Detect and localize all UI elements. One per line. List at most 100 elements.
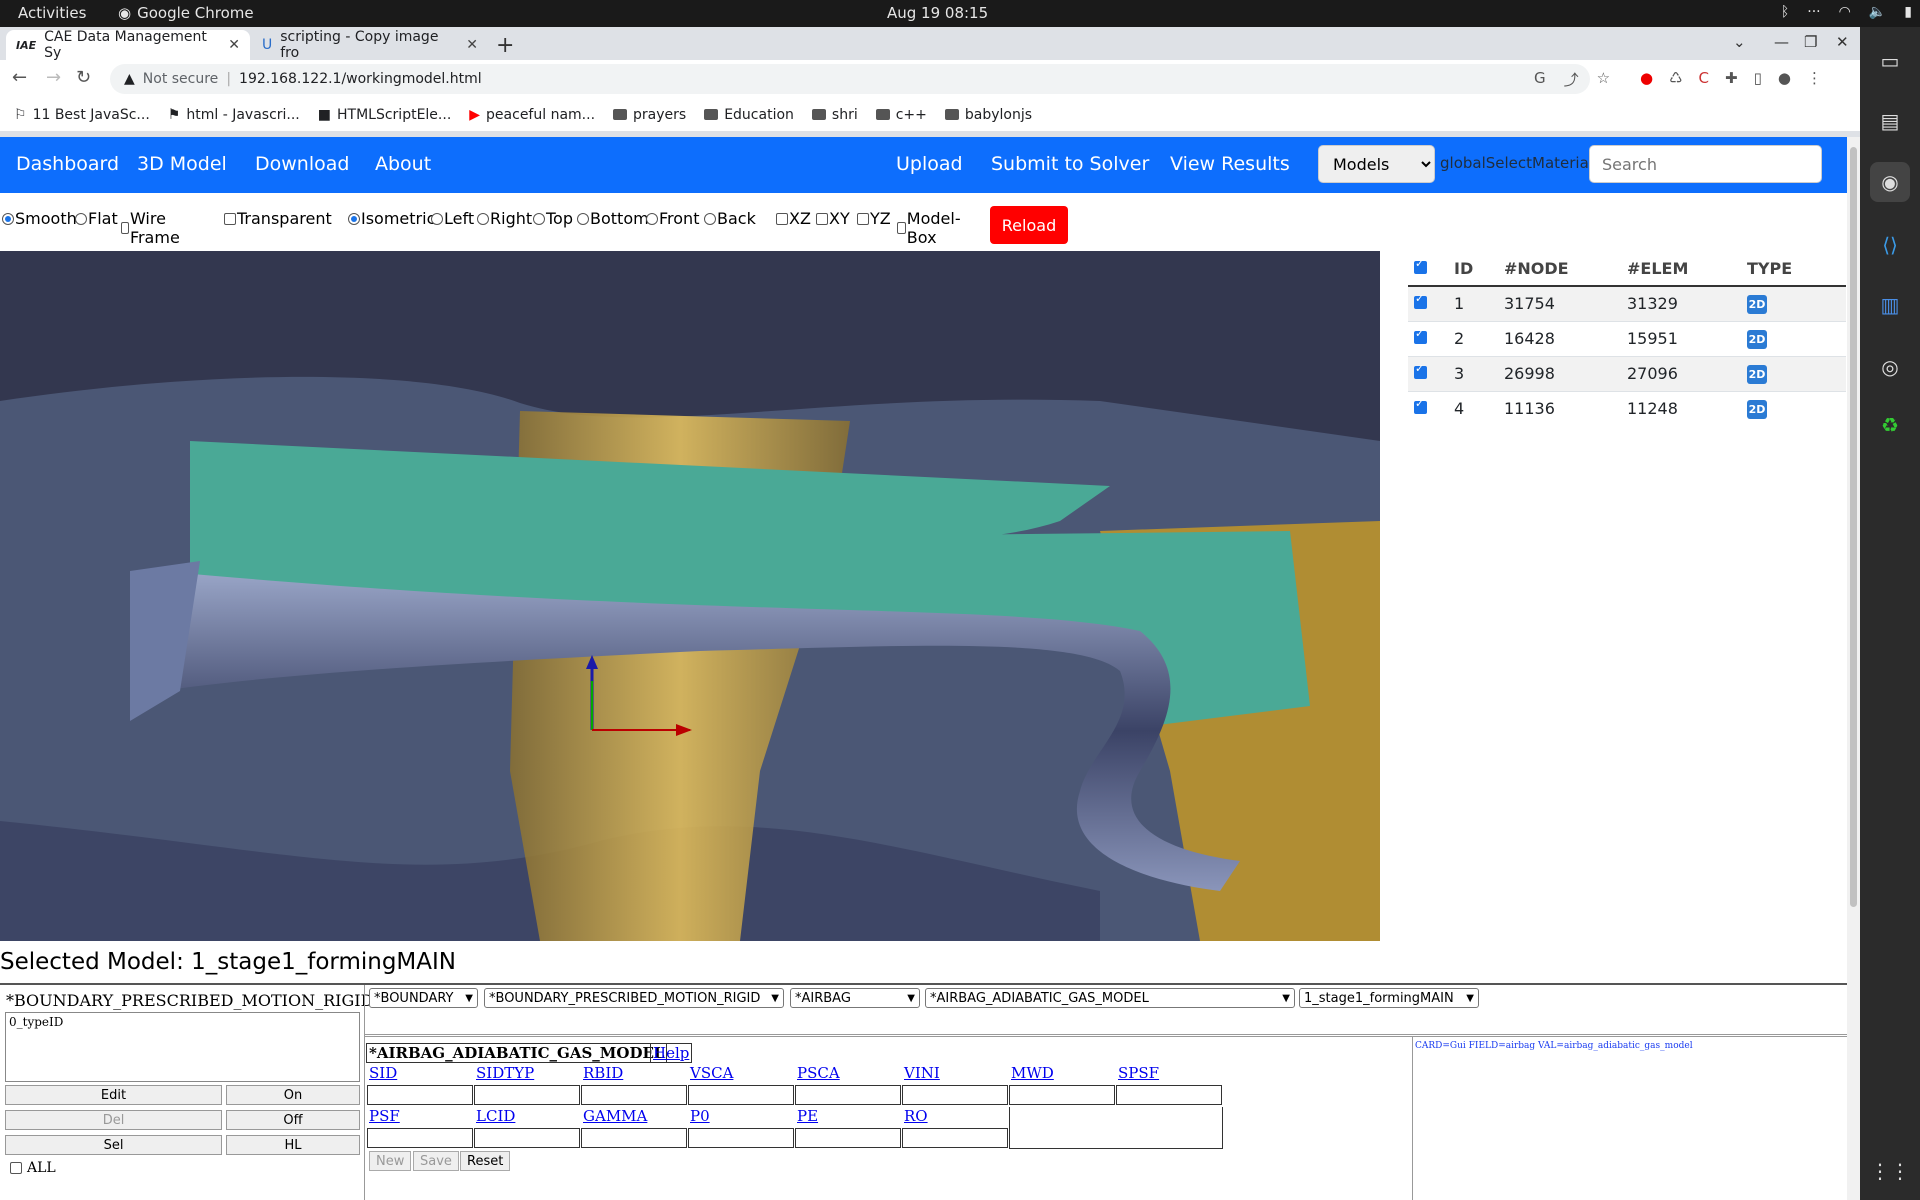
field-label-rbid[interactable]: RBID xyxy=(581,1064,687,1084)
show-apps-icon[interactable]: ⋮⋮ xyxy=(1870,1151,1910,1191)
view-front-radio[interactable]: Front xyxy=(646,209,699,228)
edit-button[interactable]: Edit xyxy=(5,1085,222,1105)
bookmark-item[interactable]: ■ HTMLScriptEle... xyxy=(318,107,452,123)
keyword-select[interactable]: *BOUNDARY_PRESCRIBED_MOTION_RIGID ▼ xyxy=(484,988,784,1008)
off-button[interactable]: Off xyxy=(226,1110,360,1130)
nav-about[interactable]: About xyxy=(375,153,431,175)
bookmark-item[interactable]: ▶ peaceful nam... xyxy=(469,107,595,123)
global-select-material[interactable]: globalSelectMaterial xyxy=(1440,154,1593,172)
hl-button[interactable]: HL xyxy=(226,1135,360,1155)
bookmark-folder[interactable]: babylonjs xyxy=(944,107,1032,123)
new-tab-icon[interactable]: + xyxy=(496,33,514,58)
field-label-pe[interactable]: PE xyxy=(795,1107,901,1127)
minimize-icon[interactable]: — xyxy=(1774,33,1789,51)
field-label-psca[interactable]: PSCA xyxy=(795,1064,901,1084)
card-group-select[interactable]: *AIRBAG ▼ xyxy=(790,988,920,1008)
field-input[interactable] xyxy=(1116,1085,1222,1105)
row-checkbox[interactable] xyxy=(1408,320,1448,356)
field-input[interactable] xyxy=(581,1085,687,1105)
card-select[interactable]: *AIRBAG_ADIABATIC_GAS_MODEL ▼ xyxy=(925,988,1295,1008)
bookmark-folder[interactable]: shri xyxy=(811,107,858,123)
nav-view-results[interactable]: View Results xyxy=(1170,153,1290,175)
view-bottom-radio[interactable]: Bottom xyxy=(577,209,649,228)
row-checkbox[interactable] xyxy=(1408,390,1448,426)
menu-icon[interactable]: ⋮ xyxy=(1807,69,1822,87)
activities-button[interactable]: Activities xyxy=(18,4,86,22)
nav-submit-to-solver[interactable]: Submit to Solver xyxy=(991,153,1149,175)
share-icon[interactable]: ⤴ xyxy=(1564,69,1579,90)
address-bar[interactable]: ▲ Not secure | 192.168.122.1/workingmode… xyxy=(110,64,1590,94)
profile-icon[interactable]: ● xyxy=(1778,69,1791,87)
all-checkbox[interactable]: ALL xyxy=(10,1160,56,1176)
forward-icon[interactable]: → xyxy=(46,67,61,88)
3d-viewport[interactable] xyxy=(0,251,1380,941)
view-top-radio[interactable]: Top xyxy=(533,209,573,228)
page-scrollbar[interactable] xyxy=(1847,137,1860,1200)
field-label-mwd[interactable]: MWD xyxy=(1009,1064,1115,1084)
field-input[interactable] xyxy=(367,1128,473,1148)
table-row[interactable]: 4 11136 11248 2D xyxy=(1408,390,1846,426)
recycle-icon[interactable]: ♺ xyxy=(1669,69,1682,87)
nav-download[interactable]: Download xyxy=(255,153,349,175)
field-input[interactable] xyxy=(367,1085,473,1105)
nav-3d-model[interactable]: 3D Model xyxy=(137,153,227,175)
view-isometric-radio[interactable]: Isometric xyxy=(348,209,435,228)
nav-dashboard[interactable]: Dashboard xyxy=(16,153,119,175)
field-label-lcid[interactable]: LCID xyxy=(474,1107,580,1127)
smooth-radio[interactable]: Smooth xyxy=(2,209,77,228)
wireframe-checkbox[interactable]: Wire Frame xyxy=(121,209,184,247)
close-window-icon[interactable]: ✕ xyxy=(1836,33,1849,51)
save-button[interactable]: Save xyxy=(413,1151,459,1171)
c-extension-icon[interactable]: C xyxy=(1699,69,1709,87)
reset-button[interactable]: Reset xyxy=(460,1151,511,1171)
del-button[interactable]: Del xyxy=(5,1110,222,1130)
bookmark-folder[interactable]: Education xyxy=(704,107,794,123)
field-input[interactable] xyxy=(688,1085,794,1105)
plane-xz-checkbox[interactable]: XZ xyxy=(776,209,811,228)
field-label-psf[interactable]: PSF xyxy=(367,1107,473,1127)
scrollbar-thumb[interactable] xyxy=(1850,147,1857,907)
field-input[interactable] xyxy=(474,1128,580,1148)
field-label-vini[interactable]: VINI xyxy=(902,1064,1008,1084)
tab-search-icon[interactable]: ⌄ xyxy=(1733,33,1746,51)
vscode-icon[interactable]: ⟨⟩ xyxy=(1870,225,1910,265)
field-label-sidtyp[interactable]: SIDTYP xyxy=(474,1064,580,1084)
chrome-dock-icon[interactable]: ◉ xyxy=(1870,162,1910,202)
star-icon[interactable]: ☆ xyxy=(1597,69,1610,90)
sel-button[interactable]: Sel xyxy=(5,1135,222,1155)
on-button[interactable]: On xyxy=(226,1085,360,1105)
model-select[interactable]: 1_stage1_formingMAIN ▼ xyxy=(1299,988,1479,1008)
field-input[interactable] xyxy=(474,1085,580,1105)
view-back-radio[interactable]: Back xyxy=(704,209,756,228)
trash-icon[interactable]: ♻ xyxy=(1870,405,1910,445)
flat-radio[interactable]: Flat xyxy=(75,209,118,228)
field-input[interactable] xyxy=(688,1128,794,1148)
row-checkbox[interactable] xyxy=(1408,355,1448,391)
view-right-radio[interactable]: Right xyxy=(477,209,532,228)
field-input[interactable] xyxy=(902,1085,1008,1105)
plane-xy-checkbox[interactable]: XY xyxy=(816,209,850,228)
transparent-checkbox[interactable]: Transparent xyxy=(224,209,332,228)
bookmark-item[interactable]: ⚐ 11 Best JavaSc... xyxy=(14,107,150,123)
system-tray[interactable]: ᛒ ··· ◠ 🔈 ▮ xyxy=(1781,4,1912,20)
field-label-gamma[interactable]: GAMMA xyxy=(581,1107,687,1127)
new-button[interactable]: New xyxy=(369,1151,412,1171)
keyword-listbox[interactable]: 0_typeID xyxy=(5,1012,360,1082)
bookmark-item[interactable]: ⚑ html - Javascri... xyxy=(168,107,300,123)
restore-icon[interactable]: ❐ xyxy=(1804,33,1817,51)
models-select[interactable]: Models xyxy=(1318,145,1435,183)
field-input[interactable] xyxy=(581,1128,687,1148)
sidepanel-icon[interactable]: ▯ xyxy=(1754,69,1762,87)
search-input[interactable] xyxy=(1589,145,1822,183)
puzzle-icon[interactable]: ✚ xyxy=(1725,69,1738,87)
select-all-checkbox[interactable] xyxy=(1408,251,1448,287)
list-item[interactable]: 0_typeID xyxy=(9,1015,356,1029)
table-row[interactable]: 2 16428 15951 2D xyxy=(1408,320,1846,356)
help-link[interactable]: Help xyxy=(650,1043,693,1063)
field-label-vsca[interactable]: VSCA xyxy=(688,1064,794,1084)
field-label-ro[interactable]: RO xyxy=(902,1107,1008,1127)
row-checkbox[interactable] xyxy=(1408,285,1448,321)
field-input[interactable] xyxy=(1009,1085,1115,1105)
tab-cae[interactable]: IAE CAE Data Management Sy ✕ xyxy=(6,29,250,61)
field-input[interactable] xyxy=(795,1128,901,1148)
